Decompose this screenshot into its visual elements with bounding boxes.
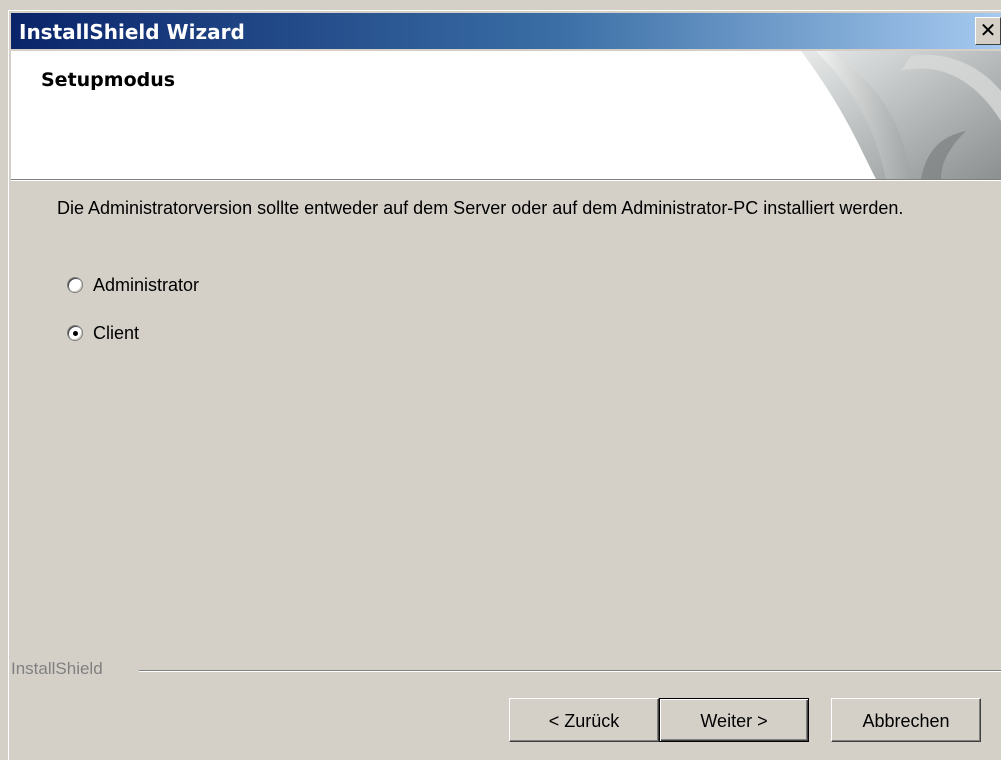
installshield-window: InstallShield Wizard ✕ Setupmodus Die Ad… [8, 10, 1001, 760]
window-title: InstallShield Wizard [19, 20, 245, 44]
description-text: Die Administratorversion sollte entweder… [57, 198, 904, 218]
close-icon: ✕ [979, 18, 997, 42]
installshield-header-graphic [801, 51, 1001, 179]
footer-divider [139, 670, 1001, 672]
client-radio[interactable] [67, 325, 83, 341]
cancel-button[interactable]: Abbrechen [831, 698, 981, 742]
wizard-header: Setupmodus [11, 51, 1001, 180]
close-button[interactable]: ✕ [975, 17, 1001, 45]
administrator-radio[interactable] [67, 277, 83, 293]
administrator-label: Administrator [93, 274, 200, 295]
option-administrator[interactable]: Administrator [67, 273, 199, 297]
installshield-brand-label: InstallShield [11, 659, 103, 678]
option-client[interactable]: Client [67, 321, 139, 345]
header-separator [11, 180, 1001, 181]
title-bar[interactable]: InstallShield Wizard ✕ [11, 13, 1001, 49]
back-button[interactable]: < Zurück [509, 698, 659, 742]
client-label: Client [93, 322, 140, 343]
page-title: Setupmodus [41, 69, 176, 91]
next-button[interactable]: Weiter > [659, 698, 809, 742]
